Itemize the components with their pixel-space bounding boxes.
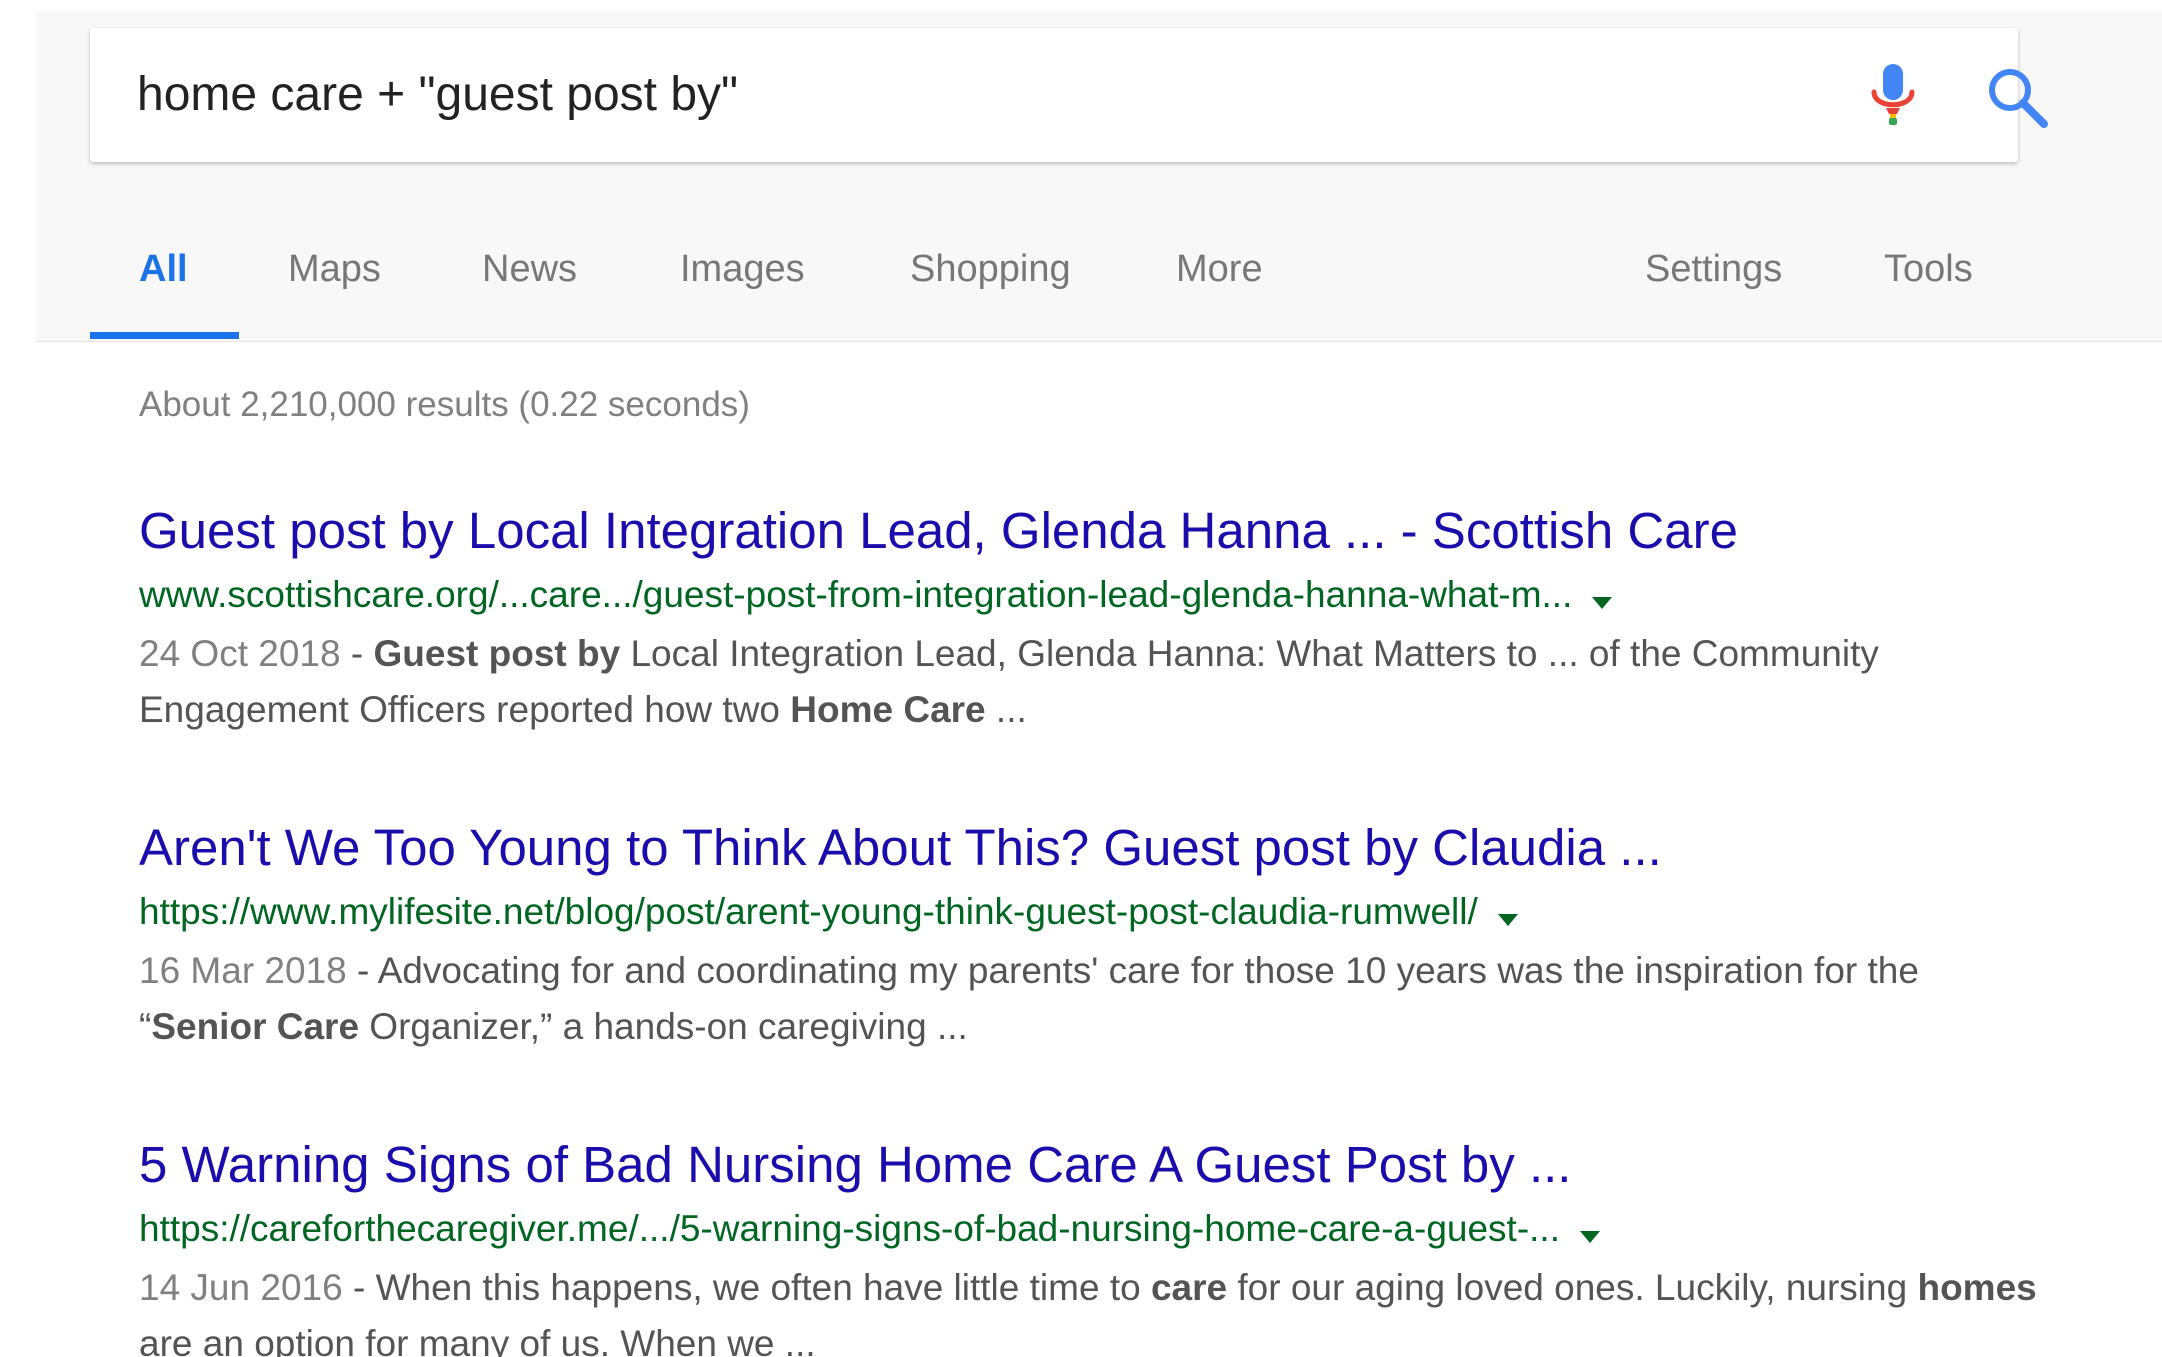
tab-all[interactable]: All bbox=[139, 248, 188, 291]
snippet-text: When this happens, we often have little … bbox=[375, 1267, 1151, 1308]
result-snippet: 24 Oct 2018 - Guest post by Local Integr… bbox=[139, 626, 2039, 738]
tab-maps[interactable]: Maps bbox=[288, 248, 381, 291]
date-separator: - bbox=[340, 633, 374, 674]
snippet-highlight: homes bbox=[1917, 1267, 2037, 1308]
result-date: 24 Oct 2018 bbox=[139, 633, 341, 674]
snippet-highlight: Guest post by bbox=[373, 633, 621, 674]
result-item: 5 Warning Signs of Bad Nursing Home Care… bbox=[139, 1134, 2039, 1357]
result-snippet: 14 Jun 2016 - When this happens, we ofte… bbox=[139, 1260, 2039, 1357]
snippet-highlight: Home Care bbox=[790, 689, 986, 730]
result-title-link[interactable]: Aren't We Too Young to Think About This?… bbox=[139, 817, 2039, 879]
result-url-line: https://www.mylifesite.net/blog/post/are… bbox=[139, 887, 2039, 937]
result-title-link[interactable]: 5 Warning Signs of Bad Nursing Home Care… bbox=[139, 1134, 2039, 1196]
active-tab-indicator bbox=[90, 332, 239, 339]
tab-settings[interactable]: Settings bbox=[1645, 248, 1782, 291]
result-item: Aren't We Too Young to Think About This?… bbox=[139, 817, 2039, 1055]
snippet-highlight: care bbox=[1150, 1267, 1228, 1308]
date-separator: - bbox=[346, 950, 378, 991]
search-tabs: All Maps News Images Shopping More Setti… bbox=[0, 230, 2162, 340]
snippet-text: are an option for many of us. When we ..… bbox=[139, 1323, 816, 1357]
microphone-icon[interactable] bbox=[1860, 62, 1930, 134]
result-date: 14 Jun 2016 bbox=[139, 1267, 343, 1308]
result-url-line: www.scottishcare.org/...care.../guest-po… bbox=[139, 570, 2039, 620]
result-title-link[interactable]: Guest post by Local Integration Lead, Gl… bbox=[139, 500, 2039, 562]
result-url[interactable]: https://careforthecaregiver.me/.../5-war… bbox=[139, 1208, 1560, 1249]
result-url[interactable]: www.scottishcare.org/...care.../guest-po… bbox=[139, 574, 1572, 615]
snippet-text: ... bbox=[985, 689, 1027, 730]
search-results-page: All Maps News Images Shopping More Setti… bbox=[0, 0, 2162, 1357]
dropdown-caret-icon[interactable] bbox=[1580, 1230, 1600, 1243]
magnifier-icon[interactable] bbox=[1982, 62, 2054, 134]
result-stats: About 2,210,000 results (0.22 seconds) bbox=[139, 385, 750, 424]
result-url-line: https://careforthecaregiver.me/.../5-war… bbox=[139, 1204, 2039, 1254]
result-date: 16 Mar 2018 bbox=[139, 950, 347, 991]
result-item: Guest post by Local Integration Lead, Gl… bbox=[139, 500, 2039, 738]
snippet-text: for our aging loved ones. Luckily, nursi… bbox=[1227, 1267, 1918, 1308]
dropdown-caret-icon[interactable] bbox=[1497, 913, 1518, 926]
tab-news[interactable]: News bbox=[482, 248, 577, 291]
tab-tools[interactable]: Tools bbox=[1884, 248, 1973, 291]
tab-images[interactable]: Images bbox=[680, 248, 805, 291]
tab-shopping[interactable]: Shopping bbox=[910, 248, 1071, 291]
tab-more[interactable]: More bbox=[1176, 248, 1263, 291]
result-snippet: 16 Mar 2018 - Advocating for and coordin… bbox=[139, 943, 2039, 1055]
snippet-highlight: Senior Care bbox=[151, 1006, 360, 1047]
dropdown-caret-icon[interactable] bbox=[1592, 596, 1613, 609]
search-box[interactable] bbox=[90, 28, 2048, 162]
snippet-text: Organizer,” a hands-on caregiving ... bbox=[359, 1006, 968, 1047]
search-input[interactable] bbox=[137, 62, 1637, 126]
date-separator: - bbox=[342, 1267, 376, 1308]
result-url[interactable]: https://www.mylifesite.net/blog/post/are… bbox=[139, 891, 1478, 932]
